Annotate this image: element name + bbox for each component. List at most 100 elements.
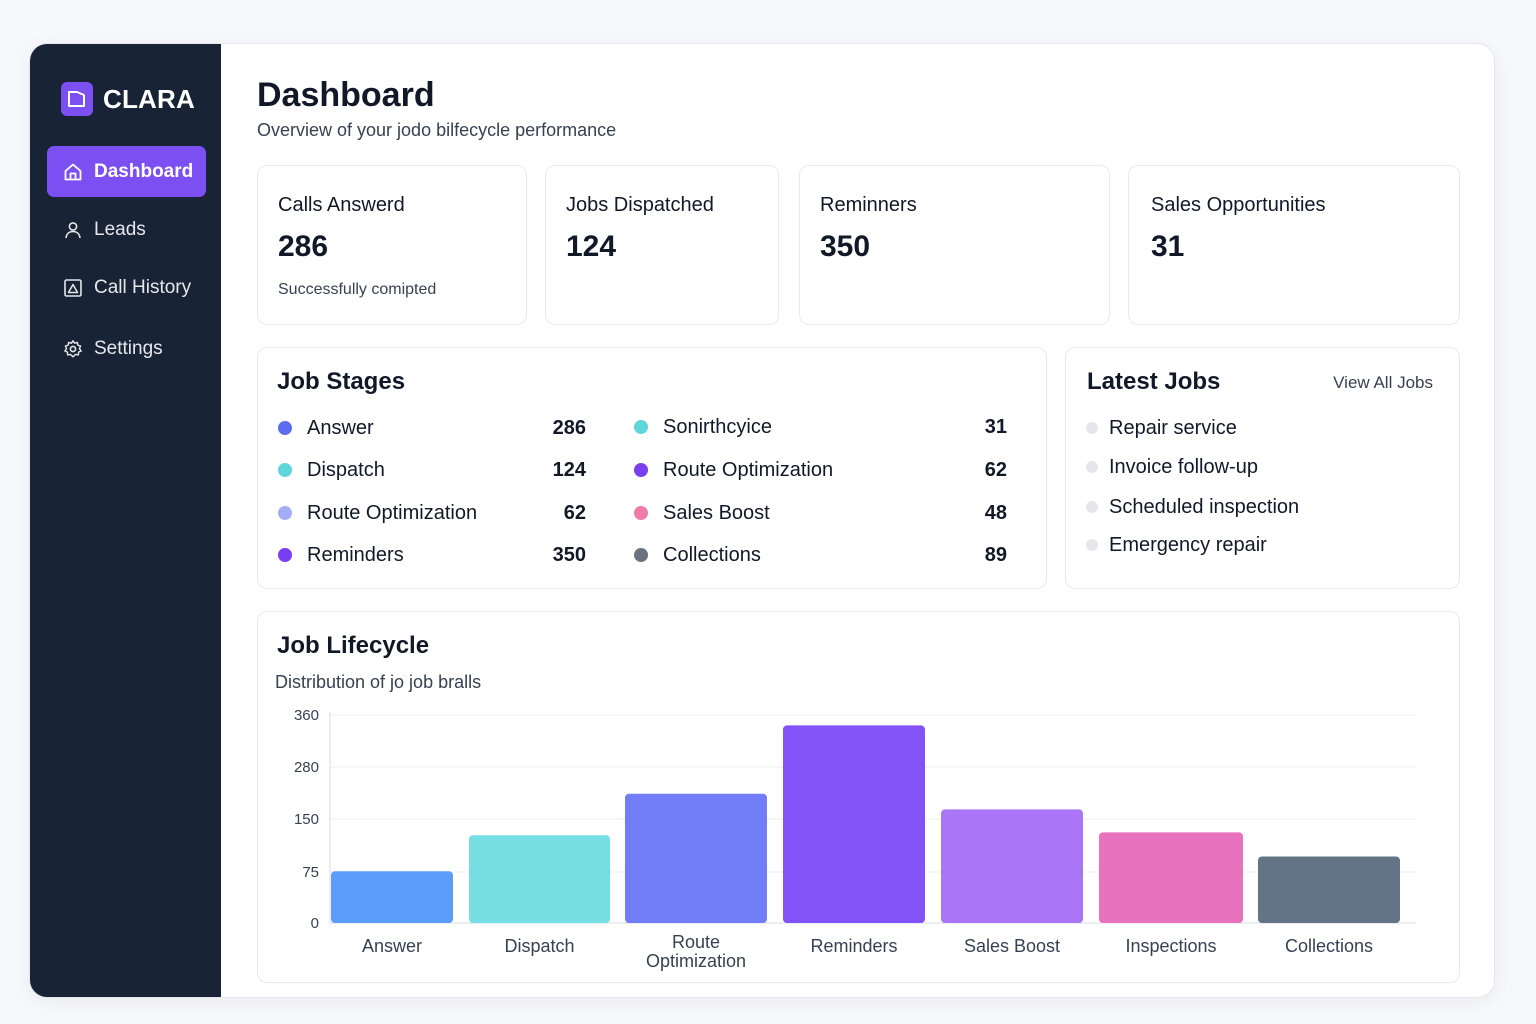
stat-card-sales[interactable]: Sales Opportunities 31 [1128,165,1460,325]
section-title: Job Stages [277,368,406,395]
section-title: Latest Jobs [1087,368,1221,395]
bullet-icon [1086,501,1098,513]
bar [625,793,767,923]
page-title: Dashboard [257,76,435,114]
stage-name: Sonirthcyice [663,415,772,438]
stage-row[interactable]: Answer 286 [278,414,586,442]
job-name: Repair service [1109,416,1237,439]
stage-name: Answer [307,416,374,439]
stage-name: Route Optimization [307,501,478,524]
legend-dot [634,420,648,434]
sidebar: CLARA Dashboard Leads Call History Setti [30,44,221,997]
x-tick-label: Optimization [646,951,746,971]
app-window: CLARA Dashboard Leads Call History Setti [29,43,1495,998]
stage-row[interactable]: Dispatch 124 [278,456,586,484]
stage-row[interactable]: Route Optimization 62 [634,456,1007,484]
stage-value: 286 [552,416,586,439]
stat-label: Reminners [820,194,917,216]
folder-icon [61,82,93,116]
stage-value: 62 [984,458,1007,481]
sidebar-item-leads[interactable]: Leads [47,204,206,255]
x-tick-label: Sales Boost [964,936,1060,956]
stat-value: 31 [1151,230,1185,263]
sidebar-item-dashboard[interactable]: Dashboard [47,146,206,197]
sidebar-item-label: Leads [94,218,146,240]
bar [783,725,925,923]
bar [331,871,453,923]
stat-value: 350 [820,230,871,263]
stage-name: Collections [663,543,761,566]
bar [941,809,1083,923]
stage-row[interactable]: Route Optimization 62 [278,499,586,527]
job-name: Scheduled inspection [1109,495,1300,518]
view-all-jobs-link[interactable]: View All Jobs [1333,373,1433,393]
stage-row[interactable]: Sonirthcyice 31 [634,413,1007,441]
stage-row[interactable]: Reminders 350 [278,541,586,569]
job-item[interactable]: Emergency repair [1086,532,1267,558]
stage-value: 62 [563,501,586,524]
chart-icon [62,277,84,299]
stage-name: Sales Boost [663,501,770,524]
stat-value: 124 [566,230,617,263]
sidebar-item-call-history[interactable]: Call History [47,262,206,313]
job-item[interactable]: Repair service [1086,415,1237,441]
main-content: Dashboard Overview of your jodo bilfecyc… [221,44,1494,997]
job-stages-card: Job Stages Answer 286 Dispatch 124 Route… [257,347,1047,589]
stage-value: 48 [984,501,1007,524]
x-tick-label: Inspections [1125,936,1216,956]
stage-name: Reminders [307,543,404,566]
stat-label: Calls Answerd [278,194,405,216]
stat-card-jobs[interactable]: Jobs Dispatched 124 [545,165,779,325]
y-tick-label: 150 [294,811,319,828]
latest-jobs-card: Latest Jobs View All Jobs Repair service… [1065,347,1460,589]
user-icon [62,219,84,241]
stage-value: 124 [552,458,586,481]
y-tick-label: 75 [302,864,319,881]
bullet-icon [1086,422,1098,434]
legend-dot [634,463,648,477]
sidebar-item-label: Settings [94,337,163,359]
stage-value: 350 [552,543,586,566]
bar [469,835,610,923]
stat-value: 286 [278,230,329,263]
x-tick-label: Route [672,932,720,952]
job-name: Emergency repair [1109,533,1267,556]
bullet-icon [1086,461,1098,473]
job-name: Invoice follow-up [1109,455,1258,478]
legend-dot [634,548,648,562]
sidebar-item-label: Call History [94,276,192,298]
job-lifecycle-chart: 0 75 150 280 360 Answer Dispatch RouteOptimizat… [294,707,1416,971]
x-tick-label: Reminders [810,936,897,956]
stage-value: 31 [984,415,1007,438]
page-subtitle: Overview of your jodo bilfecycle perform… [257,120,617,140]
job-item[interactable]: Scheduled inspection [1086,494,1299,520]
stage-name: Dispatch [307,458,385,481]
legend-dot [634,506,648,520]
y-tick-label: 0 [311,915,319,932]
x-tick-label: Collections [1285,936,1373,956]
stat-label: Jobs Dispatched [566,194,714,216]
stat-card-reminders[interactable]: Reminners 350 [799,165,1110,325]
stat-note: Successfully comipted [278,281,437,298]
stat-label: Sales Opportunities [1151,194,1326,216]
brand-name: CLARA [103,83,195,114]
y-tick-label: 280 [294,759,319,776]
brand[interactable]: CLARA [61,82,195,116]
bullet-icon [1086,539,1098,551]
sidebar-item-label: Dashboard [94,160,194,182]
legend-dot [278,506,292,520]
stage-row[interactable]: Collections 89 [634,541,1007,569]
home-icon [62,161,84,183]
gear-icon [62,338,84,360]
legend-dot [278,463,292,477]
stage-row[interactable]: Sales Boost 48 [634,499,1007,527]
sidebar-item-settings[interactable]: Settings [47,323,206,374]
stat-card-calls[interactable]: Calls Answerd 286 Successfully comipted [257,165,527,325]
bar [1099,832,1243,923]
job-item[interactable]: Invoice follow-up [1086,454,1258,480]
bar [1258,856,1400,923]
stage-value: 89 [984,543,1007,566]
x-tick-label: Answer [362,936,422,956]
legend-dot [278,548,292,562]
stage-name: Route Optimization [663,458,834,481]
